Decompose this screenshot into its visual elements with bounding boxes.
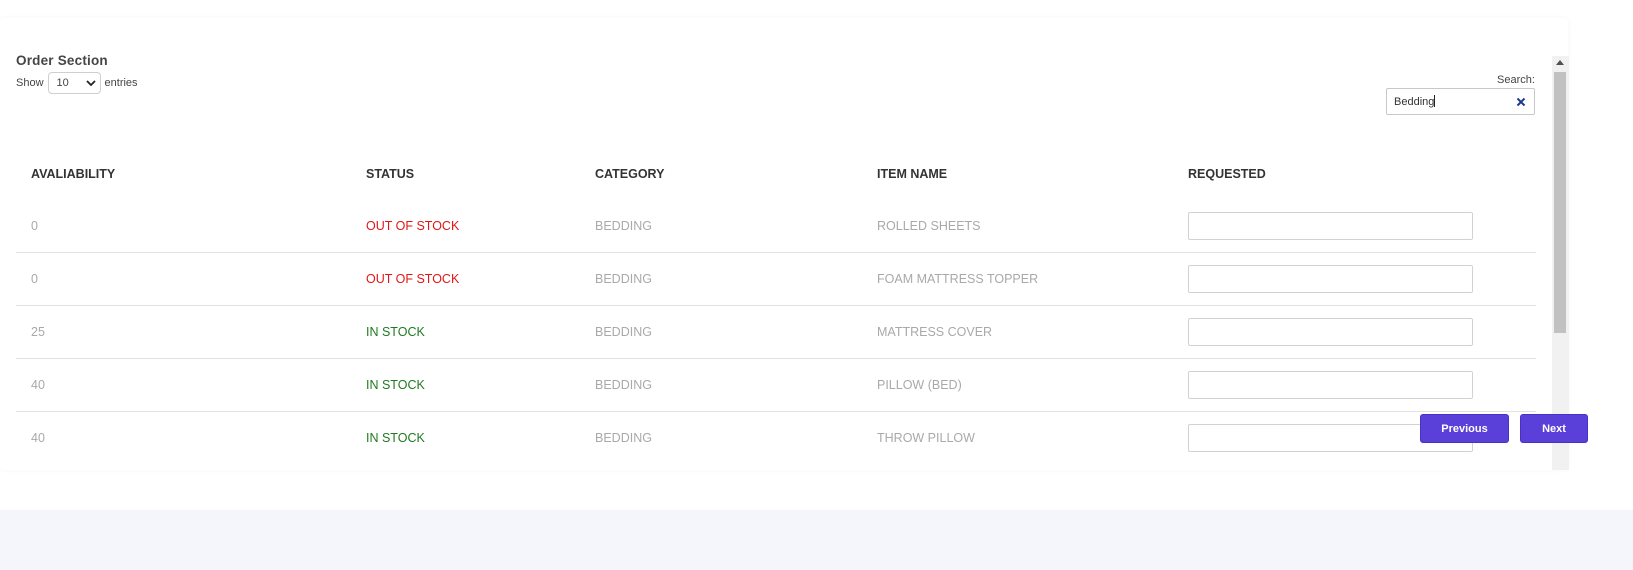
category-cell: BEDDING: [580, 411, 862, 464]
category-cell: BEDDING: [580, 252, 862, 306]
column-header-availability[interactable]: AVALIABILITY: [16, 148, 351, 200]
status-cell: IN STOCK: [351, 358, 580, 412]
entries-select-value: 10: [56, 77, 69, 89]
chevron-down-icon: [84, 79, 98, 87]
category-cell: BEDDING: [595, 219, 652, 233]
scrollbar-thumb[interactable]: [1554, 72, 1566, 333]
category-cell: BEDDING: [580, 358, 862, 412]
show-label: Show: [16, 77, 44, 89]
availability-cell: 25: [16, 305, 351, 359]
order-table: AVALIABILITY STATUS CATEGORY ITEM NAME R…: [16, 148, 1536, 464]
table-scrollbar[interactable]: [1552, 56, 1569, 470]
table-header-row: AVALIABILITY STATUS CATEGORY ITEM NAME R…: [16, 148, 1536, 200]
availability-cell: 40: [16, 358, 351, 412]
next-button[interactable]: Next: [1520, 414, 1588, 443]
status-cell: OUT OF STOCK: [351, 252, 580, 306]
requested-cell: [1173, 305, 1536, 359]
close-icon[interactable]: [1515, 96, 1527, 108]
status-cell: IN STOCK: [351, 411, 580, 464]
item-name-cell: MATTRESS COVER: [862, 305, 1173, 359]
requested-cell: [1173, 358, 1536, 412]
previous-button[interactable]: Previous: [1420, 414, 1509, 443]
table-row: 0 OUT OF STOCK BEDDING FOAM MATTRESS TOP…: [16, 252, 1536, 306]
requested-cell: [1173, 200, 1536, 253]
requested-cell: [1173, 252, 1536, 306]
availability-cell: 0: [16, 252, 351, 306]
card-title: Order Section: [16, 53, 108, 68]
arrow-up-icon[interactable]: [1556, 60, 1564, 65]
entries-select[interactable]: 10: [47, 72, 101, 94]
column-header-status[interactable]: STATUS: [351, 148, 580, 200]
entries-label: entries: [104, 77, 138, 89]
item-name-cell: FOAM MATTRESS TOPPER: [862, 252, 1173, 306]
page-scrollbar-track[interactable]: [1616, 0, 1633, 510]
table-row: 40 IN STOCK BEDDING PILLOW (BED): [16, 358, 1536, 412]
table-row: 40 IN STOCK BEDDING THROW PILLOW: [16, 411, 1536, 464]
status-cell: IN STOCK: [351, 305, 580, 359]
search-input[interactable]: Bedding: [1386, 88, 1535, 115]
text-caret: [1434, 95, 1436, 107]
requested-input[interactable]: [1188, 318, 1473, 346]
column-header-requested[interactable]: REQUESTED: [1173, 148, 1536, 200]
column-header-category[interactable]: CATEGORY: [580, 148, 862, 200]
requested-input[interactable]: [1188, 371, 1473, 399]
table-row: 25 IN STOCK BEDDING MATTRESS COVER: [16, 305, 1536, 359]
availability-cell: 0: [31, 219, 38, 233]
item-name-cell: PILLOW (BED): [862, 358, 1173, 412]
entries-length-control: Show 10 entries: [16, 72, 138, 94]
column-header-item-name[interactable]: ITEM NAME: [862, 148, 1173, 200]
availability-cell: 40: [16, 411, 351, 464]
status-cell: OUT OF STOCK: [366, 219, 460, 233]
requested-input[interactable]: [1188, 265, 1473, 293]
requested-input[interactable]: [1188, 212, 1473, 240]
category-cell: BEDDING: [580, 305, 862, 359]
search-label: Search:: [1497, 74, 1535, 86]
item-name-cell: ROLLED SHEETS: [877, 219, 981, 233]
table-row: 0 OUT OF STOCK BEDDING ROLLED SHEETS: [16, 200, 1536, 253]
item-name-cell: THROW PILLOW: [862, 411, 1173, 464]
search-input-value: Bedding: [1394, 96, 1435, 108]
